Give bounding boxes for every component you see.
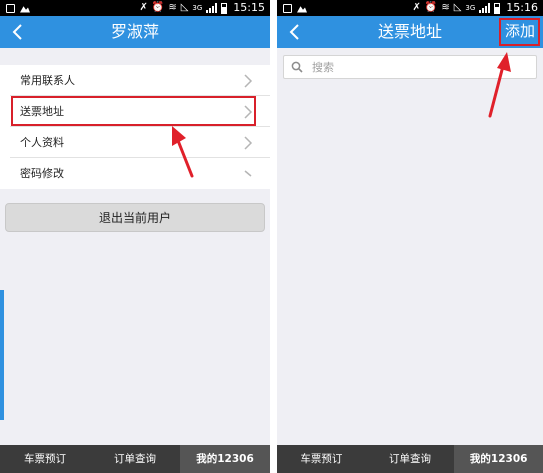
status-bar: ✗ ⏰ ≋ ◺ 3G 15:16 xyxy=(277,0,543,16)
signal-icon xyxy=(206,3,218,13)
annotation-arrow-icon xyxy=(488,52,511,118)
menu-item-label: 密码修改 xyxy=(20,167,64,180)
highlight-box-add xyxy=(499,18,540,46)
menu-item-label: 个人资料 xyxy=(20,136,64,149)
chevron-right-icon xyxy=(244,170,252,177)
search-icon xyxy=(291,61,303,73)
search-placeholder: 搜索 xyxy=(312,61,334,74)
no-sim-icon: ◺ xyxy=(453,2,462,13)
wifi-icon: ≋ xyxy=(441,2,450,13)
alarm-icon: ⏰ xyxy=(151,2,165,13)
nav-bar: 罗淑萍 xyxy=(0,16,270,48)
3g-icon: 3G xyxy=(465,4,476,12)
tab-my-12306[interactable]: 我的12306 xyxy=(454,445,543,473)
logout-button[interactable]: 退出当前用户 xyxy=(5,203,265,232)
status-time: 15:15 xyxy=(233,1,265,14)
wifi-icon: ≋ xyxy=(168,2,177,13)
menu-item-change-password[interactable]: 密码修改 xyxy=(10,158,270,189)
tab-order-query[interactable]: 订单查询 xyxy=(366,445,455,473)
menu-item-label: 常用联系人 xyxy=(20,74,75,87)
annotation-arrow-icon xyxy=(172,126,194,178)
menu-item-contacts[interactable]: 常用联系人 xyxy=(10,65,270,96)
image-notification-icon xyxy=(297,6,307,13)
bottom-tab-bar: 车票预订 订单查询 我的12306 xyxy=(0,445,270,473)
menu-item-profile[interactable]: 个人资料 xyxy=(10,127,270,158)
highlight-box-delivery-address xyxy=(11,96,256,126)
blue-edge-strip xyxy=(0,290,4,420)
account-menu-list: 常用联系人 送票地址 个人资料 密码修改 xyxy=(0,65,270,189)
tab-my-12306[interactable]: 我的12306 xyxy=(180,445,270,473)
left-phone-screen: ✗ ⏰ ≋ ◺ 3G 15:15 罗淑萍 常用联系人 送票地址 个人资料 密码修… xyxy=(0,0,270,473)
3g-icon: 3G xyxy=(192,4,203,12)
bottom-tab-bar: 车票预订 订单查询 我的12306 xyxy=(277,445,543,473)
right-phone-screen: ✗ ⏰ ≋ ◺ 3G 15:16 送票地址 添加 搜索 车票预订 订单查询 我的… xyxy=(277,0,543,473)
chevron-right-icon xyxy=(244,74,253,88)
mute-icon: ✗ xyxy=(412,2,421,13)
status-time: 15:16 xyxy=(506,1,538,14)
image-notification-icon xyxy=(20,6,30,13)
notification-square-icon xyxy=(6,3,15,13)
signal-icon xyxy=(479,3,491,13)
alarm-icon: ⏰ xyxy=(424,2,438,13)
notification-square-icon xyxy=(283,3,292,13)
page-title: 罗淑萍 xyxy=(110,22,159,41)
status-bar: ✗ ⏰ ≋ ◺ 3G 15:15 xyxy=(0,0,270,16)
tab-ticket-booking[interactable]: 车票预订 xyxy=(277,445,366,473)
battery-icon xyxy=(494,2,501,14)
battery-icon xyxy=(221,2,228,14)
chevron-right-icon xyxy=(244,136,253,150)
mute-icon: ✗ xyxy=(139,2,148,13)
tab-ticket-booking[interactable]: 车票预订 xyxy=(0,445,90,473)
tab-order-query[interactable]: 订单查询 xyxy=(90,445,180,473)
no-sim-icon: ◺ xyxy=(180,2,189,13)
